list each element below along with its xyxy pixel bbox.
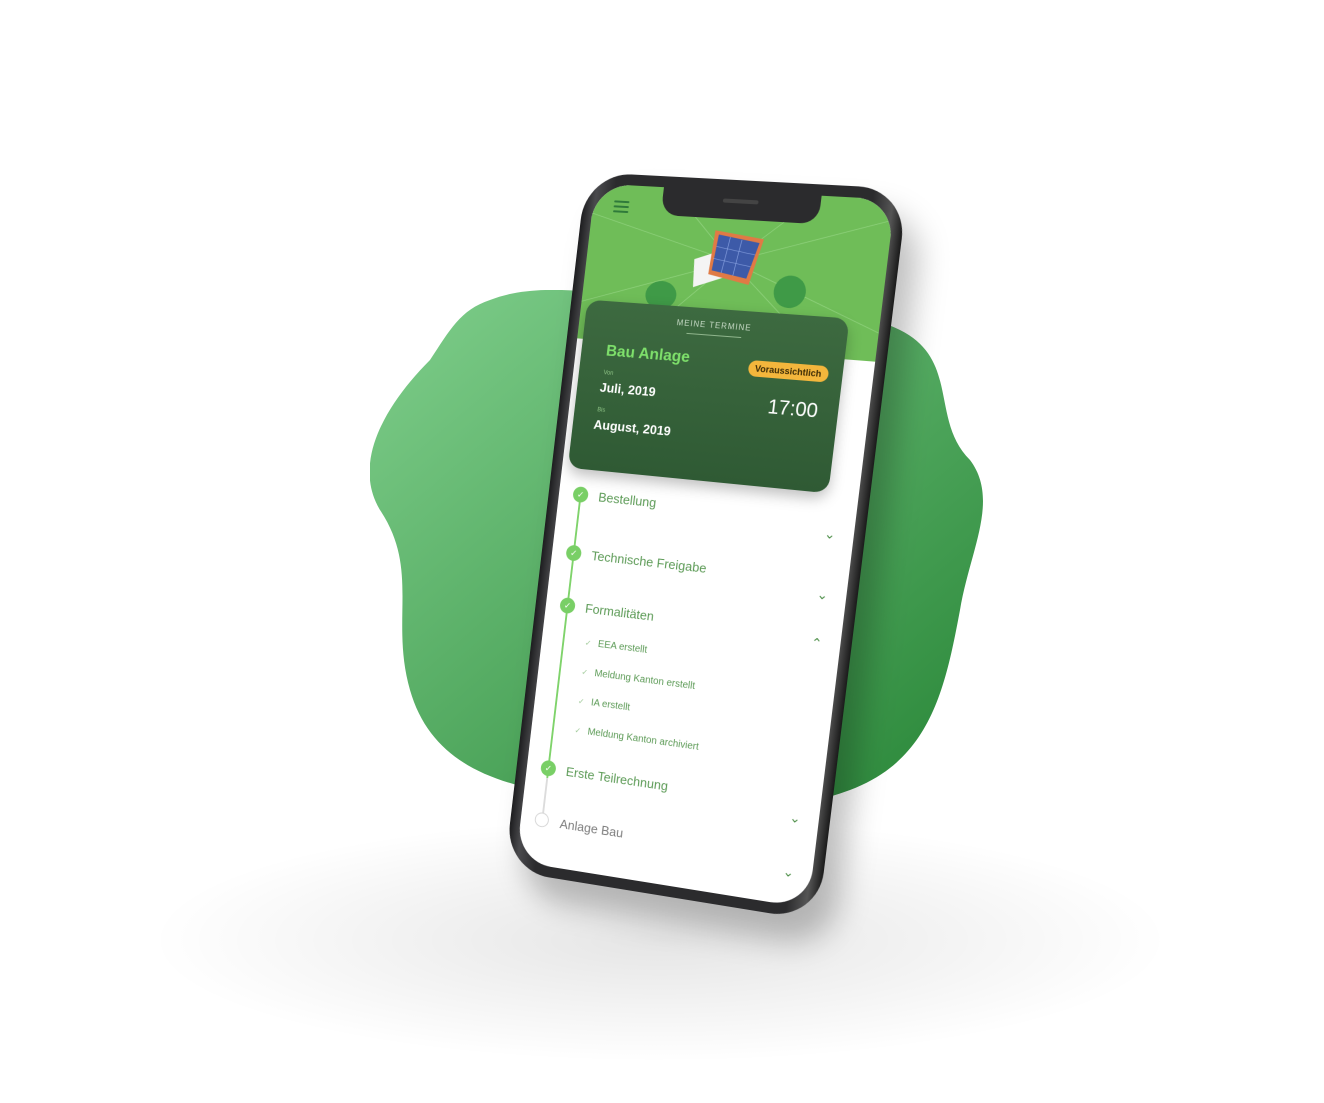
appointment-card: MEINE TERMINE Bau Anlage Voraussichtlich… — [567, 299, 850, 494]
pending-circle-icon — [534, 811, 550, 829]
substep-item: ✓ EEA erstellt — [584, 637, 648, 656]
step-label: Bestellung — [597, 489, 658, 511]
check-icon: ✓ — [559, 596, 576, 615]
timeline-step[interactable]: ✓ Bestellung ⌄ — [558, 485, 857, 542]
substep-item: ✓ Meldung Kanton erstellt — [581, 667, 696, 693]
substep-label: Meldung Kanton erstellt — [593, 668, 696, 693]
tree-icon — [771, 274, 808, 310]
chevron-down-icon[interactable]: ⌄ — [823, 526, 836, 543]
substep-label: IA erstellt — [590, 697, 631, 714]
substep-label: Meldung Kanton archiviert — [586, 726, 700, 753]
timeline-step[interactable]: ✓ Erste Teilrechnung ⌄ — [526, 757, 822, 826]
chevron-down-icon[interactable]: ⌄ — [782, 864, 795, 882]
to-date: August, 2019 — [592, 416, 672, 439]
check-icon: ✓ — [577, 696, 585, 707]
to-label: Bis — [596, 407, 606, 414]
substep-item: ✓ Meldung Kanton archiviert — [574, 725, 699, 753]
chevron-down-icon[interactable]: ⌄ — [816, 586, 829, 603]
check-icon: ✓ — [574, 725, 582, 736]
timeline-step[interactable]: ✓ Technische Freigabe ⌄ — [551, 543, 849, 603]
progress-timeline: ✓ Bestellung ⌄ ✓ Technische Freigabe ⌄ ✓… — [516, 477, 858, 908]
step-label: Anlage Bau — [558, 816, 624, 841]
check-icon: ✓ — [565, 544, 583, 562]
appointment-time: 17:00 — [766, 396, 820, 423]
check-icon: ✓ — [584, 638, 592, 648]
check-icon: ✓ — [572, 486, 590, 504]
substep-item: ✓ IA erstellt — [577, 696, 631, 714]
check-icon: ✓ — [581, 667, 589, 678]
from-date: Juli, 2019 — [599, 379, 657, 400]
appointment-title: Bau Anlage — [605, 342, 691, 367]
step-label: Technische Freigabe — [590, 548, 708, 576]
timeline-step[interactable]: Anlage Bau ⌄ — [520, 809, 815, 880]
from-label: Von — [603, 370, 614, 377]
chevron-up-icon[interactable]: ⌃ — [810, 635, 823, 652]
chevron-down-icon[interactable]: ⌄ — [789, 810, 802, 828]
substep-label: EEA erstellt — [597, 638, 648, 656]
status-badge: Voraussichtlich — [747, 359, 830, 383]
step-label: Formalitäten — [584, 600, 655, 624]
hamburger-menu-icon[interactable] — [612, 200, 630, 214]
step-label: Erste Teilrechnung — [565, 764, 669, 794]
check-icon: ✓ — [540, 759, 557, 778]
card-heading-underline — [686, 332, 742, 339]
